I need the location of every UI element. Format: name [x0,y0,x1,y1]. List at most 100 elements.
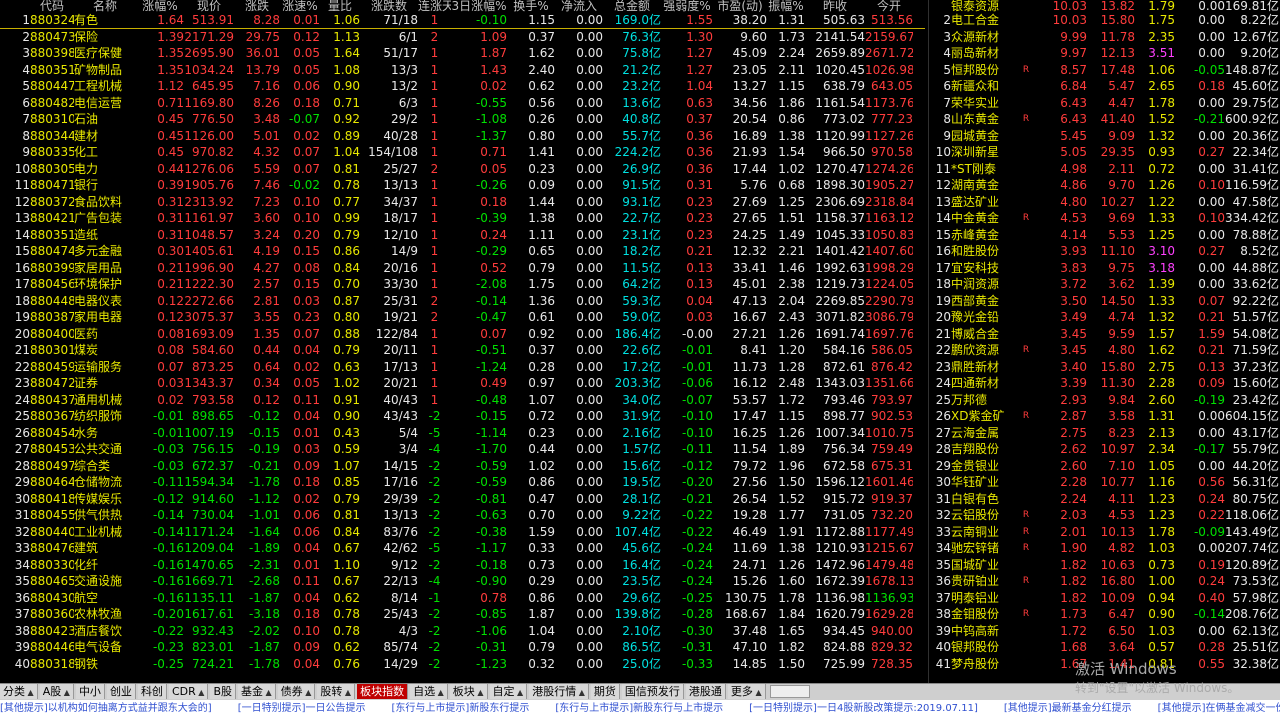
tab-创业[interactable]: 创业 [106,684,136,699]
tab-板块[interactable]: 板块 ▲ [449,684,488,699]
tab-分类[interactable]: 分类 ▲ [0,684,38,699]
stock-row[interactable]: 35国城矿业 1.82 10.63 0.73 0.19120.89亿 [929,557,1280,574]
news-item[interactable]: [其他提示]以机构如何抽离方式益并跟东大会的] [0,703,212,714]
sector-row[interactable]: 10880305电力 0.441276.06 5.59 0.07 0.81 25/27 2 0… [0,161,925,178]
sector-row[interactable]: 16880399家居用品 0.211996.90 4.27 0.08 0.84 20/16… [0,260,925,277]
stock-row[interactable]: 33云南铜业 R 2.01 10.13 1.78 -0.09143.49亿 [929,524,1280,541]
tab-港股行情[interactable]: 港股行情 ▲ [529,684,589,699]
sector-row[interactable]: 32880440工业机械 -0.141171.24 -1.64 0.06 0.84 83/… [0,524,925,541]
stock-row[interactable]: 31白银有色 2.24 4.11 1.23 0.24 80.75亿 [929,491,1280,508]
stock-row[interactable]: 16和胜股份 3.93 11.10 3.10 0.27 8.52亿 [929,243,1280,260]
stock-row[interactable]: 15赤峰黄金 4.14 5.53 1.25 0.00 78.88亿 [929,227,1280,244]
tab-B股[interactable]: B股 [210,684,236,699]
stock-row[interactable]: 37明泰铝业 1.82 10.09 0.94 0.40 57.98亿 [929,590,1280,607]
sector-row[interactable]: 19880387家用电器 0.123075.37 3.55 0.23 0.80 19/21… [0,309,925,326]
tab-自定[interactable]: 自定 ▲ [489,684,528,699]
tab-期货[interactable]: 期货 [590,684,620,699]
sector-row[interactable]: 38880423酒店餐饮 -0.22 932.43 -2.02 0.10 0.78 4/3-… [0,623,925,640]
sector-row[interactable]: 8880344建材 0.451126.00 5.01 0.02 0.89 40/28 1 -1… [0,128,925,145]
news-item[interactable]: [其他提示]最新基金分红提示 [1004,703,1132,714]
news-item[interactable]: [一日特别提示]一日4股新股改策提示:2019.07.11] [749,703,978,714]
tab-基金[interactable]: 基金 ▲ [237,684,276,699]
sector-row[interactable]: 13880421广告包装 0.311161.97 3.60 0.10 0.99 18/17… [0,210,925,227]
sector-row[interactable]: 28880497综合类 -0.03 672.37 -0.21 0.09 1.07 14/15… [0,458,925,475]
sector-row[interactable]: 5880447工程机械 1.12 645.95 7.16 0.06 0.90 13/2 1 0.… [0,78,925,95]
stock-row[interactable]: 36贵研铂业 R 1.82 16.80 1.00 0.24 73.53亿 [929,573,1280,590]
sector-row[interactable]: 7880310石油 0.45 776.50 3.48 -0.07 0.92 29/2 1 -1.… [0,111,925,128]
sector-row[interactable]: 9880335化工 0.45 970.82 4.32 0.07 1.04 154/108 1 0… [0,144,925,161]
tab-scrollbar[interactable] [769,685,810,698]
stock-row[interactable]: 29金贵银业 2.60 7.10 1.05 0.00 44.20亿 [929,458,1280,475]
sector-row[interactable]: 22880459运输服务 0.07 873.25 0.64 0.02 0.63 17/13 1… [0,359,925,376]
stock-row[interactable]: 28吉翔股份 2.62 10.97 2.34 -0.17 55.79亿 [929,441,1280,458]
tab-中小[interactable]: 中小 [75,684,105,699]
sector-row[interactable]: 6880482电信运营 0.711169.80 8.26 0.18 0.71 6/3 1 -0… [0,95,925,112]
sector-row[interactable]: 1880324有色 1.64 513.91 8.28 0.01 1.06 71/18 1 -0.… [0,12,925,29]
sector-row[interactable]: 35880465交通设施 -0.161669.71 -2.68 0.11 0.67 22/… [0,573,925,590]
stock-row[interactable]: 27云海金属 2.75 8.23 2.13 0.00 43.17亿 [929,425,1280,442]
stock-row[interactable]: 30华钰矿业 2.28 10.77 1.16 0.56 56.31亿 [929,474,1280,491]
tab-国信预发行[interactable]: 国信预发行 [621,684,684,699]
stock-row[interactable]: 4丽岛新材 9.97 12.13 3.51 0.00 9.20亿 [929,45,1280,62]
stock-row[interactable]: 9园城黄金 5.45 9.09 1.32 0.00 20.36亿 [929,128,1280,145]
stock-row[interactable]: 12湖南黄金 4.86 9.70 1.26 0.10116.59亿 [929,177,1280,194]
stock-row[interactable]: 23鼎胜新材 3.40 15.80 2.75 0.13 37.23亿 [929,359,1280,376]
sector-row[interactable]: 17880456环境保护 0.211222.30 2.57 0.15 0.70 33/30… [0,276,925,293]
tab-板块指数[interactable]: 板块指数 [357,684,409,699]
stock-row[interactable]: 20豫光金铅 3.49 4.74 1.32 0.21 51.57亿 [929,309,1280,326]
sector-row[interactable]: 2880473保险 1.392171.29 29.75 0.12 1.13 6/1 2 1.0… [0,29,925,46]
sector-row[interactable]: 12880372食品饮料 0.312313.92 7.23 0.10 0.77 34/37… [0,194,925,211]
stock-row[interactable]: 21博威合金 3.45 9.59 1.57 1.59 54.08亿 [929,326,1280,343]
sector-row[interactable]: 4880351矿物制品 1.351034.24 13.79 0.05 1.08 13/3 1… [0,62,925,79]
stock-row[interactable]: 18中润资源 3.72 3.62 1.39 0.00 33.62亿 [929,276,1280,293]
stock-row[interactable]: 13盛达矿业 4.80 10.27 1.22 0.00 47.58亿 [929,194,1280,211]
stock-row[interactable]: 14中金黄金 R 4.53 9.69 1.33 0.10334.42亿 [929,210,1280,227]
stock-row[interactable]: 2电工合金 10.03 15.80 1.75 0.00 8.22亿 [929,12,1280,29]
sector-row[interactable]: 36880430航空 -0.161135.11 -1.87 0.04 0.62 8/14-… [0,590,925,607]
stock-row[interactable]: 7荣华实业 6.43 4.47 1.78 0.00 29.75亿 [929,95,1280,112]
sector-row[interactable]: 31880455供气供热 -0.14 730.04 -1.01 0.06 0.81 13/1… [0,507,925,524]
news-item[interactable]: [东行与上市提示]新股东行提示 [392,703,530,714]
tab-科创[interactable]: 科创 [137,684,167,699]
tab-股转[interactable]: 股转 ▲ [317,684,356,699]
sector-row[interactable]: 14880351造纸 0.311048.57 3.24 0.20 0.79 12/10 1 0… [0,227,925,244]
stock-row[interactable]: 32云铝股份 R 2.03 4.53 1.23 0.22118.06亿 [929,507,1280,524]
stock-row[interactable]: 34驰宏锌锗 R 1.90 4.82 1.03 0.00207.74亿 [929,540,1280,557]
tab-债券[interactable]: 债券 ▲ [277,684,316,699]
sector-row[interactable]: 21880301煤炭 0.08 584.60 0.44 0.04 0.79 20/11 1 -0… [0,342,925,359]
stock-row[interactable]: 39中钨高新 1.72 6.50 1.03 0.00 62.13亿 [929,623,1280,640]
sector-row[interactable]: 39880446电气设备 -0.23 823.01 -1.87 0.09 0.62 85/7… [0,639,925,656]
stock-row[interactable]: 6新疆众和 6.84 5.47 2.65 0.18 45.60亿 [929,78,1280,95]
stock-row[interactable]: 24四通新材 3.39 11.30 2.28 0.09 15.60亿 [929,375,1280,392]
stock-row[interactable]: 25万邦德 2.93 9.84 2.60 -0.19 23.42亿 [929,392,1280,409]
sector-row[interactable]: 34880330化纤 -0.161470.65 -2.31 0.01 1.10 9/12-… [0,557,925,574]
news-item[interactable]: [东行与上市提示]新股东行与上市提示 [555,703,723,714]
sector-row[interactable]: 3880398医疗保健 1.352695.90 36.01 0.05 1.64 51/17… [0,45,925,62]
sector-row[interactable]: 23880472证券 0.031343.37 0.34 0.05 1.02 20/21 1 0… [0,375,925,392]
stock-row[interactable]: 11*ST刚泰 4.98 2.11 0.72 0.00 31.41亿 [929,161,1280,178]
sector-row[interactable]: 20880400医药 0.081693.09 1.35 0.07 0.88 122/84 1… [0,326,925,343]
sector-row[interactable]: 24880437通用机械 0.02 793.58 0.12 0.11 0.91 40/43 1… [0,392,925,409]
tab-港股通[interactable]: 港股通 [685,684,726,699]
sector-row[interactable]: 27880453公共交通 -0.03 756.15 -0.19 0.03 0.59 3/4-… [0,441,925,458]
tab-自选[interactable]: 自选 ▲ [410,684,448,699]
stock-row[interactable]: 26XD紫金矿 R 2.87 3.58 1.31 0.00604.15亿 [929,408,1280,425]
sector-row[interactable]: 40880318钢铁 -0.25 724.21 -1.78 0.04 0.76 14/29-… [0,656,925,673]
sector-row[interactable]: 33880476建筑 -0.161209.04 -1.89 0.04 0.67 42/62… [0,540,925,557]
stock-row[interactable]: 5恒邦股份 R 8.57 17.48 1.06 -0.05148.87亿 [929,62,1280,79]
stock-row[interactable]: 8山东黄金 R 6.43 41.40 1.52 -0.21600.92亿 [929,111,1280,128]
news-item[interactable]: [一日特别提示]一日公告提示 [238,703,366,714]
sector-row[interactable]: 26880454水务 -0.011007.19 -0.15 0.01 0.43 5/4 -5… [0,425,925,442]
stock-row[interactable]: 银泰资源 10.03 13.82 1.79 0.00169.81亿 [929,0,1280,12]
sector-row[interactable]: 18880448电器仪表 0.122272.66 2.81 0.03 0.87 25/31… [0,293,925,310]
sector-row[interactable]: 37880360农林牧渔 -0.201617.61 -3.18 0.18 0.78 25/… [0,606,925,623]
tab-A股[interactable]: A股 ▲ [39,684,74,699]
sector-row[interactable]: 30880418传媒娱乐 -0.12 914.60 -1.12 0.02 0.79 29/3… [0,491,925,508]
sector-row[interactable]: 15880474多元金融 0.301405.61 4.19 0.15 0.86 14/9 1… [0,243,925,260]
news-item[interactable]: [其他提示]在俩基金减交一份表 [1158,703,1280,714]
tab-CDR[interactable]: CDR ▲ [168,684,209,699]
tab-更多[interactable]: 更多 ▲ [727,684,766,699]
stock-row[interactable]: 10深圳新星 5.05 29.35 0.93 0.27 22.34亿 [929,144,1280,161]
stock-row[interactable]: 3众源新材 9.99 11.78 2.35 0.00 12.67亿 [929,29,1280,46]
sector-row[interactable]: 29880464仓储物流 -0.111594.34 -1.78 0.18 0.85 17/… [0,474,925,491]
